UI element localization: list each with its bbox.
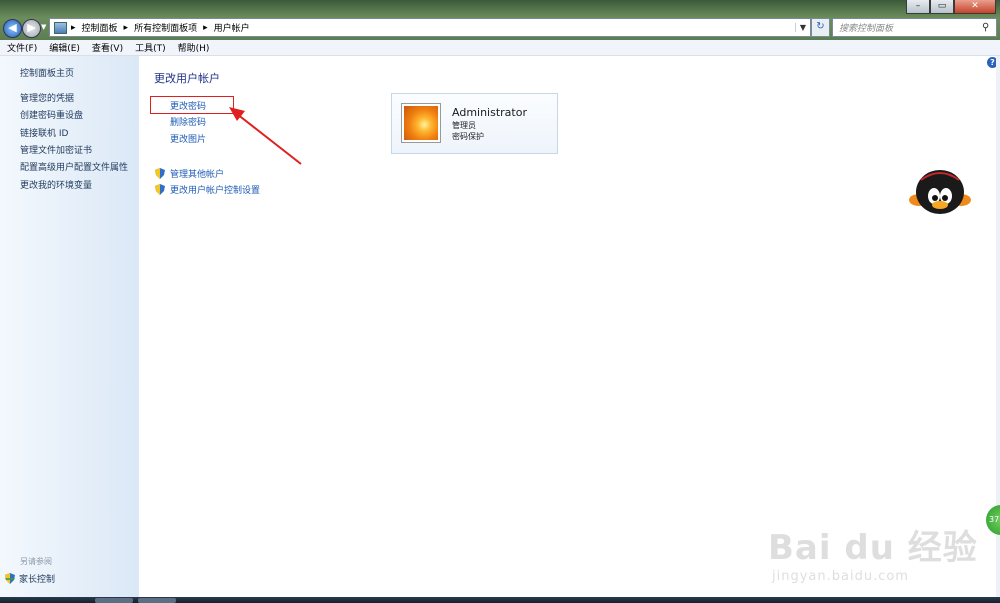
uac-settings-link[interactable]: 更改用户帐户控制设置 xyxy=(155,183,260,196)
manage-other-accounts-link[interactable]: 管理其他帐户 xyxy=(155,167,224,180)
search-icon[interactable]: ⚲ xyxy=(982,22,996,33)
watermark: Bai du 经验 jingyan.baidu.com xyxy=(768,520,978,584)
breadcrumb-separator: ▸ xyxy=(203,22,208,33)
manage-other-accounts-label: 管理其他帐户 xyxy=(170,170,225,180)
window-controls: – ▭ ✕ xyxy=(906,0,996,14)
breadcrumb-separator: ▸ xyxy=(71,22,76,33)
forward-button[interactable]: ▶ xyxy=(22,19,41,38)
refresh-button[interactable]: ↻ xyxy=(811,18,830,37)
menu-help[interactable]: 帮助(H) xyxy=(178,41,210,54)
back-arrow-icon: ◀ xyxy=(8,21,17,34)
breadcrumb-item-user-accounts[interactable]: 用户帐户 xyxy=(214,21,250,34)
breadcrumb-separator: ▸ xyxy=(123,22,129,33)
sidebar-item-encryption-certs[interactable]: 管理文件加密证书 xyxy=(20,143,92,156)
page-title: 更改用户帐户 xyxy=(154,72,220,85)
forward-arrow-icon: ▶ xyxy=(27,21,36,34)
highlight-box xyxy=(150,96,234,114)
sidebar-item-profile-properties[interactable]: 配置高级用户配置文件属性 xyxy=(20,160,128,173)
history-dropdown-icon[interactable]: ▼ xyxy=(41,23,46,31)
floating-badge[interactable]: 37 xyxy=(986,505,1000,535)
parental-controls-label: 家长控制 xyxy=(19,575,56,585)
parental-controls-link[interactable]: 家长控制 xyxy=(5,572,55,585)
menu-bar: 文件(F) 编辑(E) 查看(V) 工具(T) 帮助(H) xyxy=(0,40,1000,56)
uac-shield-icon xyxy=(155,168,165,179)
search-input[interactable]: 搜索控制面板 xyxy=(833,21,982,34)
remove-password-link[interactable]: 删除密码 xyxy=(170,115,206,128)
breadcrumb-item-control-panel[interactable]: 控制面板 xyxy=(82,21,118,34)
breadcrumb: ▸ 控制面板 ▸ 所有控制面板项 ▸ 用户帐户 xyxy=(71,21,256,35)
watermark-sub: jingyan.baidu.com xyxy=(772,569,909,584)
sidebar-item-environment-variables[interactable]: 更改我的环境变量 xyxy=(20,178,92,191)
search-box[interactable]: 搜索控制面板 ⚲ xyxy=(832,18,997,37)
menu-edit[interactable]: 编辑(E) xyxy=(49,41,80,54)
sidebar-item-manage-credentials[interactable]: 管理您的凭据 xyxy=(20,91,74,104)
menu-file[interactable]: 文件(F) xyxy=(7,41,37,54)
sidebar-item-password-reset-disk[interactable]: 创建密码重设盘 xyxy=(20,108,83,121)
uac-settings-label: 更改用户帐户控制设置 xyxy=(170,186,261,196)
back-button[interactable]: ◀ xyxy=(3,19,22,38)
menu-tools[interactable]: 工具(T) xyxy=(135,41,166,54)
control-panel-icon xyxy=(54,21,67,34)
account-card: Administrator 管理员 密码保护 xyxy=(391,93,558,154)
breadcrumb-item-all-items[interactable]: 所有控制面板项 xyxy=(134,21,197,34)
refresh-icon: ↻ xyxy=(816,21,825,32)
taskbar-item[interactable] xyxy=(95,598,133,603)
minimize-button[interactable]: – xyxy=(906,0,930,14)
close-button[interactable]: ✕ xyxy=(954,0,996,14)
maximize-button[interactable]: ▭ xyxy=(930,0,954,14)
uac-shield-icon xyxy=(155,184,165,195)
red-arrow-annotation xyxy=(229,107,302,165)
penguin-mascot-icon xyxy=(909,170,971,214)
account-type: 管理员 xyxy=(452,121,476,130)
account-name: Administrator xyxy=(452,106,527,119)
sidebar-item-control-panel-home[interactable]: 控制面板主页 xyxy=(20,66,74,79)
avatar xyxy=(401,103,441,143)
uac-shield-icon xyxy=(5,573,15,584)
watermark-main: Bai du 经验 xyxy=(768,528,978,568)
account-password-status: 密码保护 xyxy=(452,132,484,141)
taskbar-item[interactable] xyxy=(138,598,176,603)
chevron-down-icon[interactable]: ▼ xyxy=(795,23,810,32)
menu-view[interactable]: 查看(V) xyxy=(92,41,123,54)
see-also-heading: 另请参阅 xyxy=(20,557,52,566)
sidebar-item-link-online-id[interactable]: 链接联机 ID xyxy=(20,126,68,139)
flower-picture xyxy=(404,106,438,140)
address-bar[interactable]: ▸ 控制面板 ▸ 所有控制面板项 ▸ 用户帐户 ▼ xyxy=(49,18,811,37)
change-picture-link[interactable]: 更改图片 xyxy=(170,132,206,145)
